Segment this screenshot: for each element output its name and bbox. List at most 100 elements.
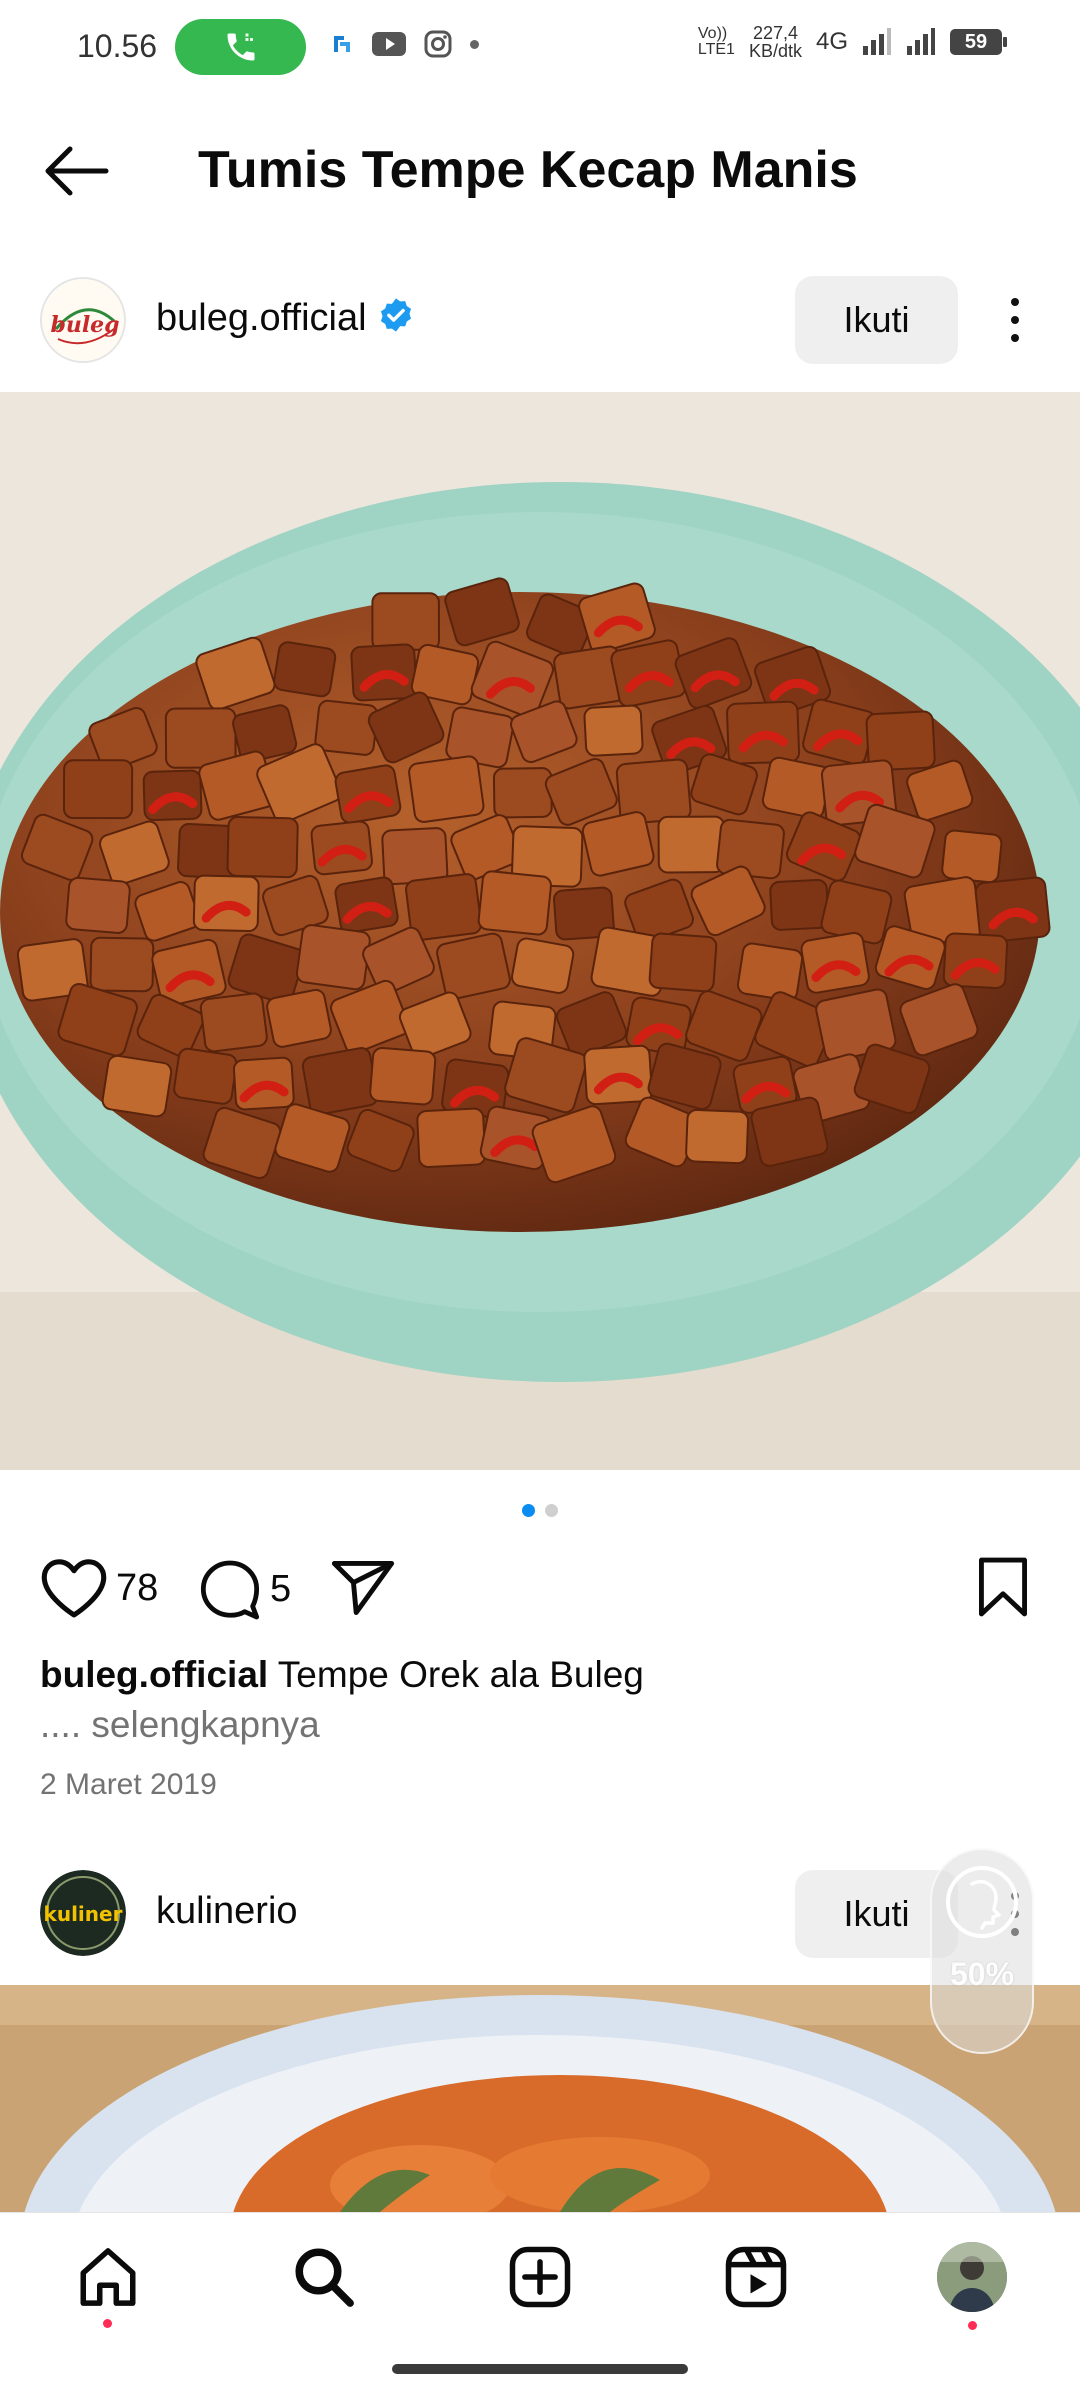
tempe-cube [266, 988, 332, 1048]
tempe-cube [63, 759, 134, 820]
more-dot [1011, 334, 1019, 342]
home-icon [80, 2248, 136, 2306]
tempe-cube [173, 1047, 238, 1105]
status-time: 10.56 [77, 28, 158, 64]
tempe-cube [314, 699, 379, 756]
tempe-cube [583, 704, 644, 757]
status-bar: 10.56 Vo)) LTE1 227,4 KB/dtk 4G 59 [0, 0, 1080, 96]
app-notification-icon [334, 36, 350, 52]
like-count: 78 [116, 1566, 159, 1609]
instagram-icon [424, 30, 452, 58]
network-speed: 227,4 KB/dtk [748, 23, 802, 61]
home-indicator[interactable] [392, 2364, 688, 2374]
comment-button[interactable]: 5 [198, 1558, 291, 1620]
volte-indicator: Vo)) LTE1 [697, 25, 735, 58]
more-vertical-icon [1011, 298, 1019, 306]
more-dot [1011, 316, 1019, 324]
more-options-button[interactable] [995, 290, 1035, 350]
tempe-cube [381, 827, 449, 886]
face-profile-icon [946, 1866, 1018, 1938]
tempe-cube [301, 1047, 379, 1116]
tempe-cube [492, 767, 553, 819]
profile-notification-dot [968, 2321, 977, 2330]
post-actions: 78 5 [0, 1552, 1080, 1624]
see-more-link[interactable]: .... selengkapnya [40, 1700, 1040, 1750]
carousel-dot-active [522, 1504, 535, 1517]
post-header-2: kuliner kulinerio Ikuti [0, 1862, 1080, 1962]
profile-avatar [937, 2242, 1007, 2312]
follow-button[interactable]: Ikuti [795, 276, 958, 364]
send-icon [331, 1561, 395, 1615]
username-text[interactable]: buleg.official [156, 297, 367, 339]
tempe-cube [941, 829, 1003, 884]
tempe-cube [65, 876, 131, 934]
bookmark-icon [979, 1557, 1027, 1617]
tempe-cube [89, 936, 155, 993]
share-button[interactable] [330, 1558, 396, 1618]
save-button[interactable] [976, 1556, 1030, 1618]
network-type: 4G [815, 28, 848, 55]
tempe-cube [511, 937, 575, 994]
more-notifications-dot [470, 39, 479, 49]
carousel-dot [545, 1504, 558, 1517]
post-username[interactable]: buleg.official [156, 296, 415, 344]
nav-home[interactable] [72, 2241, 144, 2313]
arrow-left-icon [45, 146, 109, 196]
post-image-2[interactable] [0, 1985, 1080, 2212]
nav-profile[interactable] [936, 2241, 1008, 2313]
battery-indicator: 59 [950, 29, 1007, 55]
top-header: Tumis Tempe Kecap Manis [0, 120, 1080, 220]
tempe-cube [648, 932, 718, 993]
comment-icon [200, 1560, 260, 1620]
comment-count: 5 [270, 1567, 292, 1610]
signal-strength-icon-2 [907, 28, 935, 55]
post-caption: buleg.official Tempe Orek ala Buleg ....… [40, 1650, 1040, 1750]
post-image[interactable] [0, 392, 1080, 1470]
plus-square-icon [509, 2246, 571, 2308]
like-button[interactable]: 78 [40, 1558, 158, 1618]
search-icon [295, 2248, 354, 2307]
ongoing-call-pill[interactable] [175, 19, 306, 75]
verified-badge-icon [377, 296, 415, 344]
tempe-cube [369, 1046, 437, 1106]
zoom-widget[interactable]: 50% [930, 1848, 1034, 2054]
carousel-indicator [0, 1504, 1080, 1517]
heart-icon [41, 1559, 107, 1618]
tempe-dish-photo [0, 392, 1080, 1470]
nav-reels[interactable] [720, 2241, 792, 2313]
reels-icon [725, 2246, 787, 2308]
signal-strength-icon [863, 28, 891, 55]
back-button[interactable] [40, 146, 110, 196]
svg-text:kuliner: kuliner [44, 1902, 123, 1926]
nav-search[interactable] [288, 2241, 360, 2313]
tempe-cube [416, 1107, 487, 1168]
phone-icon [227, 33, 254, 61]
post-username[interactable]: kulinerio [156, 1890, 298, 1933]
caption-text: Tempe Orek ala Buleg [268, 1654, 644, 1695]
notification-icons [330, 30, 479, 58]
tempe-cube [685, 1108, 750, 1165]
tempe-cube [101, 1054, 173, 1118]
tempe-cube [736, 942, 804, 1002]
post-header: buleg buleg.official Ikuti [0, 268, 1080, 372]
tempe-cube [761, 756, 832, 820]
tempe-cube [769, 878, 830, 931]
tempe-cube [273, 641, 337, 698]
tempe-cube [408, 755, 485, 823]
tempe-cube [295, 924, 371, 991]
tempe-cube [371, 592, 440, 651]
avatar[interactable]: kuliner [40, 1870, 126, 1956]
avatar[interactable]: buleg [40, 277, 126, 363]
system-icons: Vo)) LTE1 227,4 KB/dtk 4G 59 [697, 23, 1007, 61]
youtube-icon [372, 32, 406, 56]
svg-text:buleg: buleg [50, 312, 119, 338]
caption-username[interactable]: buleg.official [40, 1654, 268, 1695]
tempe-cube [716, 818, 785, 880]
home-notification-dot [103, 2319, 112, 2328]
tempe-cube [657, 815, 726, 874]
post-date: 2 Maret 2019 [40, 1768, 217, 1801]
tempe-cube [199, 992, 268, 1053]
tempe-cube [477, 870, 552, 936]
nav-create[interactable] [504, 2241, 576, 2313]
tempe-cube [226, 816, 299, 879]
